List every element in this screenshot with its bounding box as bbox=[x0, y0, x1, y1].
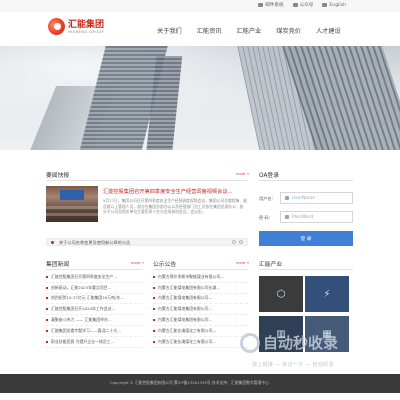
username-label: 用户名： bbox=[259, 196, 276, 201]
list-item-text: 内蒙古汇能煤电集团有限公司... bbox=[158, 295, 213, 301]
section-divider bbox=[46, 180, 248, 181]
news-more-link[interactable]: more + bbox=[236, 172, 249, 176]
list-item-text: 凝聚奋斗伟力 —— 汇能集团举办... bbox=[51, 317, 112, 323]
list-item[interactable]: 内蒙古汇能煤电集团有限公司... bbox=[153, 315, 248, 326]
list-item[interactable]: 汇能控股集团召开第四季度安全生产... bbox=[46, 272, 142, 283]
list-item-text: 职业技能竞赛 为提升企业一线员工... bbox=[51, 338, 115, 344]
ticker-prev-icon[interactable] bbox=[232, 240, 236, 244]
industry-tile-coal[interactable]: ⬡ bbox=[259, 276, 303, 312]
logo-name-en: HUINENG GROUP bbox=[68, 29, 105, 34]
section-divider bbox=[259, 269, 353, 270]
section-divider bbox=[153, 269, 248, 270]
list-item-text: 汇能集团党委专题学习——喜迎二十大... bbox=[51, 327, 121, 333]
group-news-title: 集团新闻 bbox=[46, 262, 70, 268]
list-item[interactable]: 内蒙古汇能长滩煤化工有限公司... bbox=[153, 337, 248, 348]
login-section-title: OA登录 bbox=[259, 173, 280, 179]
list-item-text: 汇能控股集团召开第四季度安全生产... bbox=[51, 273, 117, 279]
user-icon bbox=[285, 196, 289, 200]
industry-tile-power[interactable]: ⚡ bbox=[305, 276, 349, 312]
news-description: 9月27日，集团公司召开第四季度安全生产经营调度视频会议。集团公司总裁程锋、副总… bbox=[103, 198, 247, 215]
list-item[interactable]: 内蒙古汇能煤电集团有限公司... bbox=[153, 294, 248, 305]
list-item[interactable]: 凝聚奋斗伟力 —— 汇能集团举办... bbox=[46, 315, 142, 326]
nav-item-news[interactable]: 汇能资讯 bbox=[197, 26, 222, 35]
ticker-text[interactable]: 关于公司名称变更及使用新公章的公告 bbox=[59, 240, 130, 246]
news-section-title: 要闻快报 bbox=[46, 173, 70, 179]
mail-icon bbox=[258, 3, 264, 7]
nav-item-coal-bidding[interactable]: 煤炭竞价 bbox=[276, 26, 301, 35]
chemical-icon: ▥ bbox=[276, 328, 286, 340]
list-item[interactable]: 汇能控股集团召开2024年工作会议... bbox=[46, 304, 142, 316]
ticker-next-icon[interactable] bbox=[239, 240, 243, 244]
lock-icon bbox=[285, 215, 289, 219]
list-item[interactable]: 汇能集团党委专题学习——喜迎二十大... bbox=[46, 326, 142, 337]
notices-more-link[interactable]: more + bbox=[236, 261, 249, 265]
list-item-text: 内蒙古汇能长滩煤化工有限公司... bbox=[158, 338, 217, 344]
industry-tile-chemical[interactable]: ▥ bbox=[259, 316, 303, 352]
list-item[interactable]: 内蒙古汇能煤电集团有限公司... bbox=[153, 304, 248, 316]
top-bar: 邮件系统 公众号 English bbox=[0, 0, 400, 12]
login-button[interactable]: 登 录 bbox=[259, 231, 353, 246]
list-item[interactable]: 内蒙古汇能长滩煤化工有限公司... bbox=[153, 326, 248, 337]
wechat-icon bbox=[292, 3, 298, 7]
nav-item-about[interactable]: 关于我们 bbox=[157, 26, 182, 35]
nav-item-talent[interactable]: 人才建设 bbox=[316, 26, 341, 35]
list-item[interactable]: 职业技能竞赛 为提升企业一线员工... bbox=[46, 337, 142, 348]
list-item-text: 内蒙古汇能长滩煤化工有限公司... bbox=[158, 327, 217, 333]
password-placeholder: PassWord bbox=[292, 214, 314, 220]
ticker-dot-icon bbox=[51, 241, 54, 244]
password-label: 密 码： bbox=[259, 215, 273, 220]
mail-system-link[interactable]: 邮件系统 bbox=[258, 2, 284, 8]
list-item-text: 内蒙古汇能煤电集团有限公司... bbox=[158, 317, 213, 323]
globe-icon bbox=[322, 3, 328, 7]
list-item[interactable]: 内蒙古鄂尔多斯市聚能煤业有限公司... bbox=[153, 272, 248, 283]
username-placeholder: UserName bbox=[292, 195, 315, 201]
wechat-label: 公众号 bbox=[299, 3, 314, 8]
footer-copyright: Copyright © 汇能控股集团有限公司 蒙ICP备13001335号 技术… bbox=[110, 380, 269, 385]
list-item-text: 创新驱动，汇能2023年重点项目... bbox=[51, 284, 112, 290]
list-item-text: 内蒙古汇能煤电集团有限公司... bbox=[158, 306, 213, 312]
watermark-subtext: 做上链接 — 来访一次 — 自动收录 bbox=[252, 362, 334, 368]
logo-name-cn: 汇能集团 bbox=[68, 19, 105, 30]
list-item[interactable]: 内蒙古汇能煤电集团有限公司长滩... bbox=[153, 283, 248, 294]
nav-item-industry[interactable]: 汇能产业 bbox=[237, 26, 262, 35]
list-item-text: 内蒙古鄂尔多斯市聚能煤业有限公司... bbox=[158, 273, 224, 279]
notices-list: 内蒙古鄂尔多斯市聚能煤业有限公司... 内蒙古汇能煤电集团有限公司长滩... 内… bbox=[153, 272, 248, 348]
news-headline[interactable]: 汇能控股集团召开第四季度安全生产经营调度视频会议... bbox=[103, 188, 232, 195]
logistics-icon: ▦ bbox=[322, 328, 332, 340]
list-item-text: 内蒙古汇能煤电集团有限公司长滩... bbox=[158, 284, 221, 290]
section-divider bbox=[259, 180, 353, 181]
group-news-more-link[interactable]: more + bbox=[131, 261, 144, 265]
section-divider bbox=[46, 269, 142, 270]
industry-title: 汇能产业 bbox=[259, 262, 283, 268]
notices-title: 公示公告 bbox=[153, 262, 177, 268]
coal-icon: ⬡ bbox=[276, 288, 286, 300]
english-label: English bbox=[329, 2, 346, 8]
top-links: 邮件系统 公众号 English bbox=[258, 2, 346, 8]
password-input[interactable]: PassWord bbox=[280, 211, 353, 223]
logo[interactable]: 汇能集团 HUINENG GROUP bbox=[48, 18, 104, 35]
wechat-link[interactable]: 公众号 bbox=[292, 2, 314, 8]
news-thumbnail[interactable] bbox=[46, 186, 98, 222]
industry-tile-logistics[interactable]: ▦ bbox=[305, 316, 349, 352]
list-item-text: 汇能控股集团召开2024年工作会议... bbox=[51, 306, 116, 312]
list-item[interactable]: 创新驱动，汇能2023年重点项目... bbox=[46, 283, 142, 294]
logo-mark-icon bbox=[48, 18, 65, 35]
group-news-list: 汇能控股集团召开第四季度安全生产... 创新驱动，汇能2023年重点项目... … bbox=[46, 272, 142, 348]
main-nav: 关于我们 汇能资讯 汇能产业 煤炭竞价 人才建设 bbox=[157, 26, 356, 35]
news-ticker: 关于公司名称变更及使用新公章的公告 bbox=[46, 238, 248, 246]
username-input[interactable]: UserName bbox=[280, 192, 353, 204]
list-item[interactable]: 热烈祝贺10.37亿元 汇能集团20万吨/年... bbox=[46, 294, 142, 305]
hero-banner bbox=[0, 46, 400, 150]
footer: Copyright © 汇能控股集团有限公司 蒙ICP备13001335号 技术… bbox=[0, 374, 400, 393]
english-link[interactable]: English bbox=[322, 2, 346, 8]
power-icon: ⚡ bbox=[323, 288, 331, 300]
mail-system-label: 邮件系统 bbox=[265, 3, 284, 8]
list-item-text: 热烈祝贺10.37亿元 汇能集团20万吨/年... bbox=[51, 295, 124, 301]
